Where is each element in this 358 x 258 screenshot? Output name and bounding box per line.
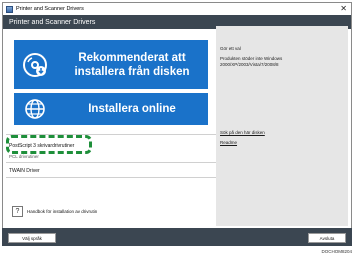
page-title: Printer and Scanner Drivers (9, 18, 96, 26)
highlight-callout (6, 135, 92, 154)
exit-button[interactable]: Avsluta (308, 233, 346, 243)
info-description: Produkten stöder inte Windows 2000/XP/20… (220, 56, 283, 67)
list-item-label: TWAIN Driver (9, 168, 40, 174)
install-online-button[interactable]: Installera online (14, 93, 208, 125)
install-online-label: Installera online (88, 103, 176, 115)
close-icon[interactable]: ✕ (340, 4, 347, 13)
help-label: Handbok för installation av drivrutin (27, 209, 98, 214)
disc-install-icon (14, 52, 56, 78)
app-icon (6, 5, 13, 13)
footer-bar: Välj språk Avsluta (2, 228, 352, 246)
window-title: Printer and Scanner Drivers (16, 6, 84, 12)
divider (6, 177, 216, 178)
select-language-button[interactable]: Välj språk (8, 233, 56, 243)
install-from-disk-button[interactable]: Rekommenderat att installera från disken (14, 40, 208, 89)
install-from-disk-label: Rekommenderat att installera från disken (74, 51, 190, 78)
main-panel: Rekommenderat att installera från disken… (6, 30, 216, 222)
question-icon: ? (12, 206, 23, 217)
figure-code: DOCHOM8204 (321, 249, 352, 254)
title-bar: Printer and Scanner Drivers ✕ (3, 3, 351, 15)
list-item-label: PCL drivrutiner (9, 153, 39, 159)
info-panel: Gör ett val Produkten stöder inte Window… (216, 26, 348, 226)
globe-icon (14, 98, 56, 120)
readme-link[interactable]: Readme (220, 140, 237, 146)
browse-disk-link[interactable]: Sök på den här disken (220, 130, 265, 136)
help-link[interactable]: ? Handbok för installation av drivrutin (12, 206, 97, 217)
list-item-twain-driver[interactable]: TWAIN Driver (6, 166, 216, 176)
info-heading: Gör ett val (220, 46, 241, 51)
divider (6, 162, 216, 163)
